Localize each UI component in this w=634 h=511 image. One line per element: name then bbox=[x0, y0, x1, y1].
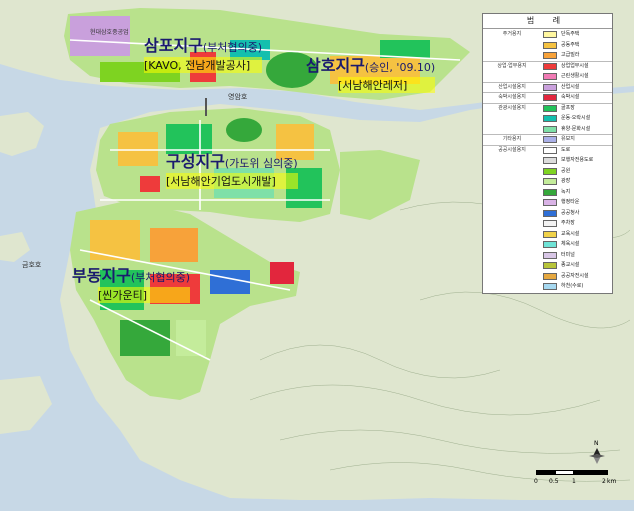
guseong-green bbox=[226, 118, 262, 142]
district-budong-status: (부처협의중) bbox=[130, 271, 191, 284]
legend-title: 범 례 bbox=[483, 14, 612, 29]
district-guseong-sub: [서남해안기업도시개발] bbox=[166, 173, 298, 189]
scale-tick-2: 1 bbox=[572, 478, 576, 485]
legend-swatch bbox=[543, 209, 557, 217]
north-arrow: N bbox=[586, 440, 608, 466]
legend-swatch bbox=[543, 41, 557, 49]
label-factory: 현대삼호중공업 bbox=[90, 29, 129, 36]
scale-tick-3: 2 bbox=[602, 478, 606, 485]
scale-seg-2 bbox=[555, 470, 574, 475]
legend-swatch bbox=[543, 251, 557, 259]
legend-swatch bbox=[543, 31, 557, 38]
district-budong-name: 부동지구 bbox=[72, 266, 131, 285]
legend-swatch bbox=[543, 146, 557, 154]
district-sampo-sub: [KAVO, 전남개발공사] bbox=[144, 57, 263, 73]
scale-tick-0: 0 bbox=[534, 478, 538, 485]
guseong-commercial bbox=[140, 176, 160, 192]
legend-label: 하천(수로) bbox=[561, 283, 584, 289]
legend-swatch bbox=[543, 241, 557, 248]
district-guseong-status: (가도위 심의중) bbox=[224, 157, 298, 170]
district-sampo-status: (부처협의중) bbox=[202, 41, 263, 54]
label-lake-yeongam: 영암호 bbox=[228, 93, 248, 101]
scale-seg-3 bbox=[574, 470, 608, 475]
map-legend: 범 례 주거용지 단독주택 공동주택 고급빌라 상업·업무용지 상업업무시설 근린생활시설 산… bbox=[482, 13, 613, 294]
legend-row: 하천(수로) bbox=[483, 281, 612, 293]
district-samho-sub: [서남해안레저] bbox=[338, 77, 436, 93]
district-sampo-name: 삼포지구 bbox=[144, 36, 203, 55]
legend-swatch bbox=[543, 115, 557, 122]
industrial-block bbox=[70, 16, 130, 56]
legend-swatch bbox=[543, 62, 557, 70]
scale-bar: 0 0.5 1 2 km bbox=[532, 466, 617, 488]
legend-swatch bbox=[543, 104, 557, 112]
scale-unit: km bbox=[607, 478, 617, 485]
legend-swatch bbox=[543, 52, 557, 59]
district-samho: 삼호지구(승인, '09.10) [서남해안레저] bbox=[306, 52, 436, 93]
legend-swatch bbox=[543, 157, 557, 164]
legend-swatch bbox=[543, 178, 557, 185]
district-budong: 부동지구(부처협의중) [씬가운티] bbox=[72, 262, 191, 303]
legend-swatch bbox=[543, 199, 557, 206]
district-samho-name: 삼호지구 bbox=[306, 56, 365, 75]
legend-swatch bbox=[543, 188, 557, 196]
legend-swatch bbox=[543, 73, 557, 80]
legend-swatch bbox=[543, 136, 557, 143]
budong-hotel bbox=[270, 262, 294, 284]
legend-swatch bbox=[543, 262, 557, 269]
scale-tick-1: 0.5 bbox=[549, 478, 559, 485]
guseong-housing bbox=[118, 132, 158, 166]
legend-swatch bbox=[543, 167, 557, 175]
label-lake-geumho: 금호호 bbox=[22, 261, 42, 269]
budong-green bbox=[120, 320, 170, 356]
district-guseong-name: 구성지구 bbox=[166, 152, 225, 171]
legend-swatch bbox=[543, 272, 557, 280]
budong-villa bbox=[150, 228, 198, 262]
north-label: N bbox=[594, 440, 599, 447]
district-budong-sub: [씬가운티] bbox=[98, 287, 191, 303]
legend-swatch bbox=[543, 94, 557, 101]
scale-seg-1 bbox=[536, 470, 555, 475]
legend-swatch bbox=[543, 125, 557, 133]
development-zone-map: 현대삼호중공업 영암호 금호호 삼포지구(부처협의중) [KAVO, 전남개발공… bbox=[0, 0, 634, 511]
district-guseong: 구성지구(가도위 심의중) [서남해안기업도시개발] bbox=[166, 148, 298, 189]
legend-swatch bbox=[543, 230, 557, 238]
legend-swatch bbox=[543, 220, 557, 227]
district-samho-status: (승인, '09.10) bbox=[364, 61, 436, 74]
district-sampo: 삼포지구(부처협의중) [KAVO, 전남개발공사] bbox=[144, 32, 263, 73]
legend-swatch bbox=[543, 83, 557, 91]
legend-swatch bbox=[543, 283, 557, 290]
